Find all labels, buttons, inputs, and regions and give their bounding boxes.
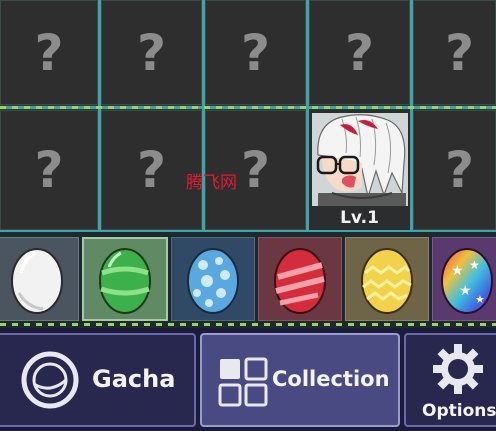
gacha-button[interactable]: Gacha [0, 333, 196, 427]
egg-red[interactable] [258, 237, 342, 321]
gacha-orb-icon [21, 351, 79, 409]
collection-grid: ? ? ? ? ? ? ? ? Lv.1 ? [0, 0, 496, 232]
collection-grid-icon [218, 357, 268, 407]
egg-white[interactable] [0, 237, 79, 321]
locked-slot[interactable]: ? [309, 0, 410, 105]
gacha-label: Gacha [92, 365, 176, 393]
unknown-mark: ? [34, 141, 64, 199]
svg-text:★: ★ [451, 263, 464, 279]
locked-slot[interactable]: ? [413, 110, 496, 230]
unknown-mark: ? [444, 141, 474, 199]
locked-slot[interactable]: ? [205, 0, 306, 105]
grid-divider [202, 0, 205, 232]
gear-icon [433, 344, 483, 394]
white-egg-icon [10, 248, 63, 314]
egg-blue[interactable] [171, 237, 255, 321]
bottom-nav: Gacha Collection Options [0, 328, 496, 431]
egg-selector: ★ ★ ★ ★ [0, 232, 496, 328]
grid-divider [410, 0, 413, 232]
character-card[interactable]: Lv.1 [309, 110, 410, 230]
rainbow-star-egg-icon: ★ ★ ★ ★ [441, 248, 493, 314]
egg-rainbow[interactable]: ★ ★ ★ ★ [432, 237, 496, 321]
collection-button[interactable]: Collection [200, 333, 400, 427]
yellow-zigzag-egg-icon [361, 248, 413, 314]
grid-divider [98, 0, 101, 232]
locked-slot[interactable]: ? [0, 0, 98, 105]
egg-yellow[interactable] [345, 237, 429, 321]
options-button[interactable]: Options [404, 333, 496, 427]
egg-green[interactable] [82, 237, 168, 321]
options-label: Options [422, 401, 496, 421]
blue-spotted-egg-icon [187, 248, 239, 314]
green-striped-egg-icon [99, 248, 151, 314]
unknown-mark: ? [136, 23, 166, 82]
svg-text:★: ★ [469, 258, 480, 272]
svg-text:★: ★ [459, 283, 472, 299]
unknown-mark: ? [240, 23, 270, 82]
red-striped-egg-icon [274, 248, 326, 314]
unknown-mark: ? [344, 23, 374, 82]
watermark-text: 腾飞网 [186, 173, 237, 193]
svg-text:★: ★ [475, 293, 485, 306]
grid-divider [0, 106, 496, 109]
collection-label: Collection [272, 367, 390, 391]
character-portrait [312, 113, 408, 211]
grid-divider [306, 0, 309, 232]
locked-slot[interactable]: ? [0, 110, 98, 230]
locked-slot[interactable]: ? [101, 0, 202, 105]
row-divider [0, 323, 496, 326]
locked-slot[interactable]: ? [413, 0, 496, 105]
character-level: Lv.1 [309, 206, 410, 230]
unknown-mark: ? [34, 23, 64, 82]
unknown-mark: ? [444, 23, 474, 82]
